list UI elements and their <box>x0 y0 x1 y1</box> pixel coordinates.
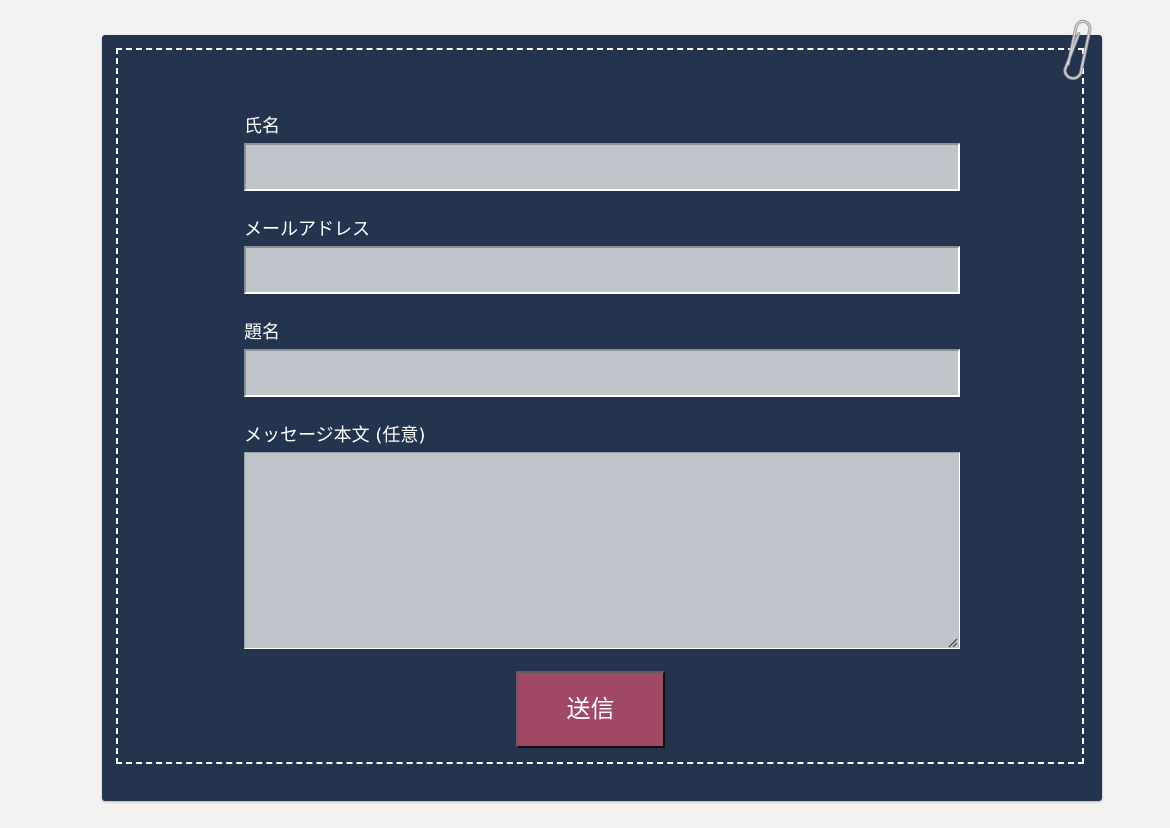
paperclip-icon <box>1063 19 1092 80</box>
email-input[interactable] <box>244 246 960 294</box>
name-input[interactable] <box>244 143 960 191</box>
email-label: メールアドレス <box>244 219 370 240</box>
submit-button[interactable]: 送信 <box>516 671 665 748</box>
message-textarea[interactable] <box>244 452 960 649</box>
message-label: メッセージ本文 (任意) <box>244 425 426 446</box>
name-label: 氏名 <box>244 116 280 137</box>
subject-input[interactable] <box>244 349 960 397</box>
resize-grip-icon[interactable] <box>946 636 958 648</box>
subject-label: 題名 <box>244 322 280 343</box>
